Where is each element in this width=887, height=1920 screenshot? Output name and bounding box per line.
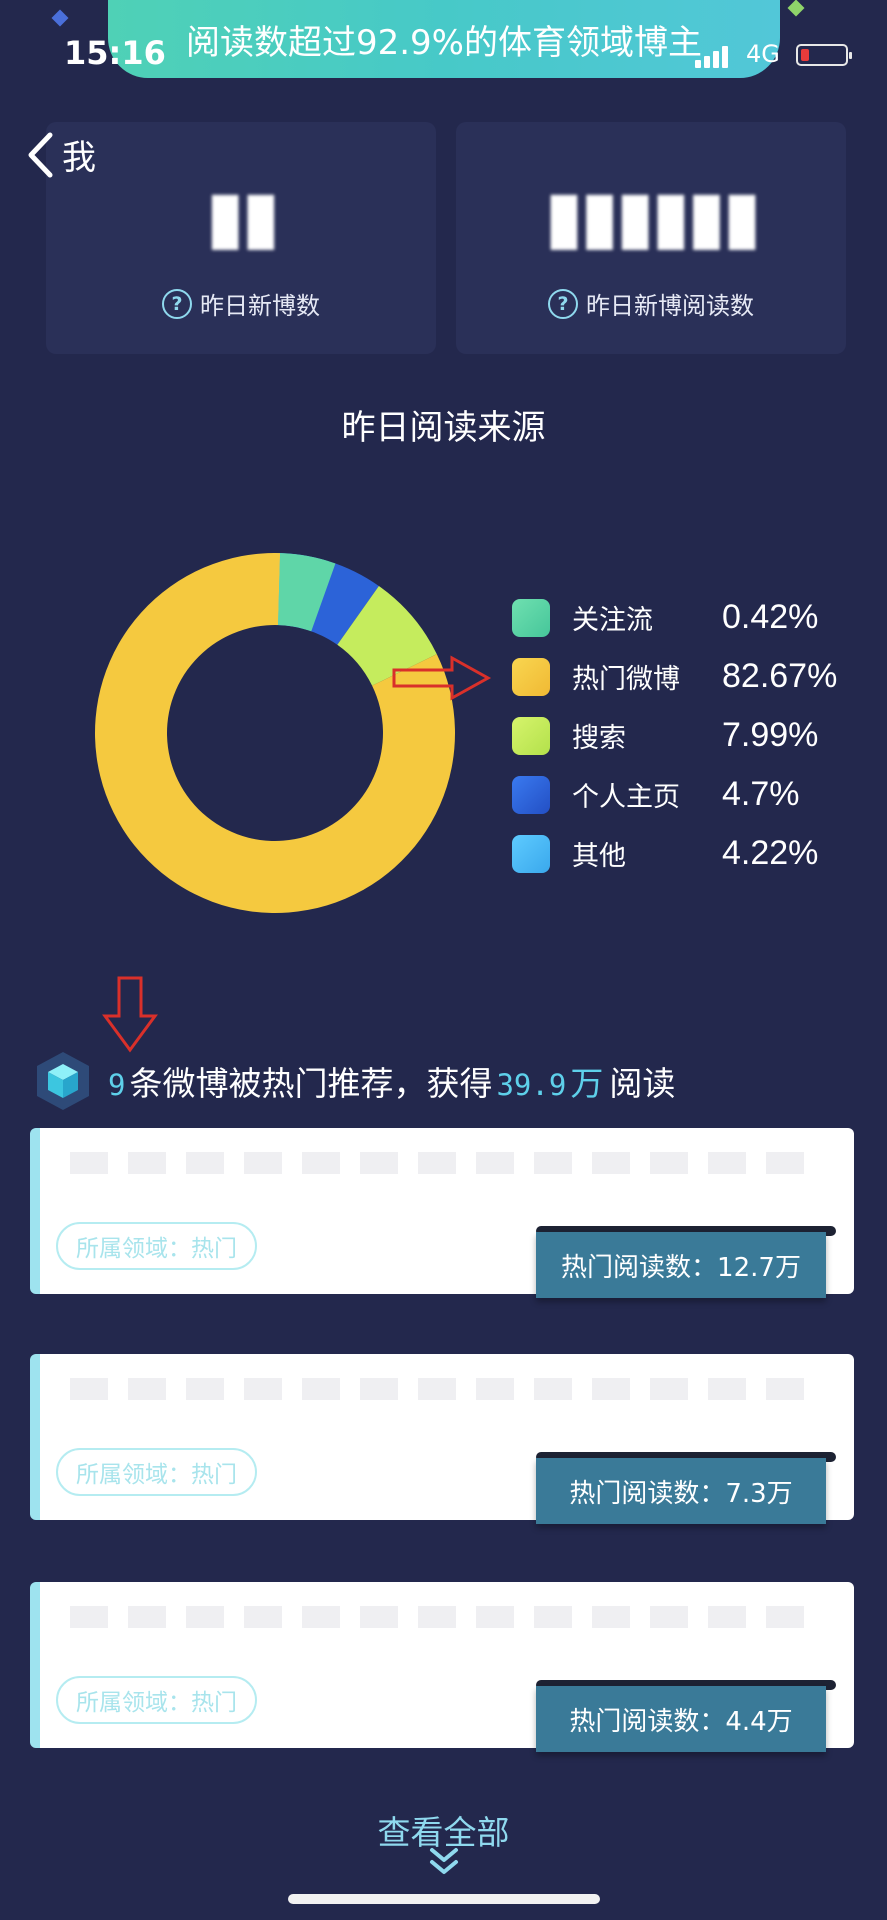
post-card[interactable]: 所属领域：热门 热门阅读数：4.4万 <box>30 1582 854 1752</box>
legend-swatch <box>512 657 550 696</box>
home-indicator[interactable] <box>288 1894 600 1904</box>
legend-swatch <box>512 834 550 873</box>
new-post-reads-label: 昨日新博阅读数 <box>586 292 754 320</box>
legend-swatch <box>512 775 550 814</box>
double-chevron-down-icon[interactable] <box>428 1846 460 1878</box>
legend-label: 其他 <box>572 841 626 872</box>
signal-icon <box>695 42 737 68</box>
post-text-redacted <box>70 1606 810 1628</box>
post-card[interactable]: 所属领域：热门 热门阅读数：7.3万 <box>30 1354 854 1524</box>
legend-value: 4.7% <box>722 775 800 813</box>
new-post-reads-value-redacted: ▮▮▮▮▮▮ <box>544 174 762 258</box>
legend-swatch <box>512 598 550 637</box>
achievement-banner: 阅读数超过92.9%的体育领域博主 <box>108 0 780 78</box>
down-arrow-annotation <box>102 976 158 1053</box>
legend-swatch <box>512 716 550 755</box>
back-button[interactable]: 我 <box>26 130 96 179</box>
battery-icon <box>796 44 852 66</box>
legend-item: 搜索 7.99% <box>512 706 837 765</box>
legend-item: 其他 4.22% <box>512 824 837 883</box>
cube-icon <box>37 1052 89 1110</box>
domain-tag: 所属领域：热门 <box>56 1676 257 1724</box>
reading-sources-title: 昨日阅读来源 <box>341 408 546 448</box>
hot-reads-badge: 热门阅读数：4.4万 <box>536 1686 826 1752</box>
new-posts-caption: ? 昨日新博数 <box>46 286 436 321</box>
new-posts-value-redacted: ▮▮ <box>205 174 280 258</box>
post-text-redacted <box>70 1378 810 1400</box>
recommended-count: 9 <box>108 1068 126 1102</box>
domain-tag: 所属领域：热门 <box>56 1222 257 1270</box>
network-type: 4G <box>746 40 780 68</box>
summary-post: 阅读 <box>609 1064 676 1103</box>
domain-tag: 所属领域：热门 <box>56 1448 257 1496</box>
legend-item: 个人主页 4.7% <box>512 765 837 824</box>
legend-label: 搜索 <box>572 723 626 754</box>
hot-reads-badge: 热门阅读数：12.7万 <box>536 1232 826 1298</box>
legend-label: 个人主页 <box>572 782 680 813</box>
chart-legend: 关注流 0.42% 热门微博 82.67% 搜索 7.99% 个人主页 4.7%… <box>512 588 837 883</box>
legend-item: 热门微博 82.67% <box>512 647 837 706</box>
page: 阅读数超过92.9%的体育领域博主 15:16 4G ▮▮ ? 昨日新博数 ▮▮… <box>0 0 887 1920</box>
new-post-reads-card: ▮▮▮▮▮▮ ? 昨日新博阅读数 <box>456 122 846 354</box>
right-arrow-annotation <box>392 655 492 701</box>
legend-value: 7.99% <box>722 716 819 754</box>
post-text-redacted <box>70 1152 810 1174</box>
new-post-reads-caption: ? 昨日新博阅读数 <box>456 286 846 321</box>
back-label: 我 <box>62 138 96 178</box>
help-icon[interactable]: ? <box>548 288 578 319</box>
hot-recommendation-summary: 9 条微博被热门推荐，获得 39.9 万阅读 <box>34 1050 675 1112</box>
legend-label: 热门微博 <box>572 664 680 695</box>
help-icon[interactable]: ? <box>162 288 192 319</box>
legend-item: 关注流 0.42% <box>512 588 837 647</box>
new-posts-card: ▮▮ ? 昨日新博数 <box>46 122 436 354</box>
hot-reads-badge: 热门阅读数：7.3万 <box>536 1458 826 1524</box>
post-card[interactable]: 所属领域：热门 热门阅读数：12.7万 <box>30 1128 854 1298</box>
reads-unit: 万 <box>570 1064 604 1103</box>
banner-text: 阅读数超过92.9%的体育领域博主 <box>185 22 702 63</box>
legend-label: 关注流 <box>572 605 653 636</box>
legend-value: 82.67% <box>722 657 838 695</box>
chevron-left-icon <box>28 132 53 177</box>
decor-dot <box>51 9 69 27</box>
summary-text: 9 条微博被热门推荐，获得 39.9 万阅读 <box>104 1057 675 1105</box>
legend-value: 4.22% <box>722 834 819 872</box>
legend-value: 0.42% <box>722 598 819 636</box>
decor-dot <box>787 0 805 17</box>
status-time: 15:16 <box>64 34 166 72</box>
reading-sources-donut-chart <box>95 553 456 913</box>
recommended-reads: 39.9 <box>496 1068 567 1102</box>
new-posts-label: 昨日新博数 <box>200 292 320 320</box>
summary-pre: 条微博被热门推荐，获得 <box>129 1064 493 1103</box>
